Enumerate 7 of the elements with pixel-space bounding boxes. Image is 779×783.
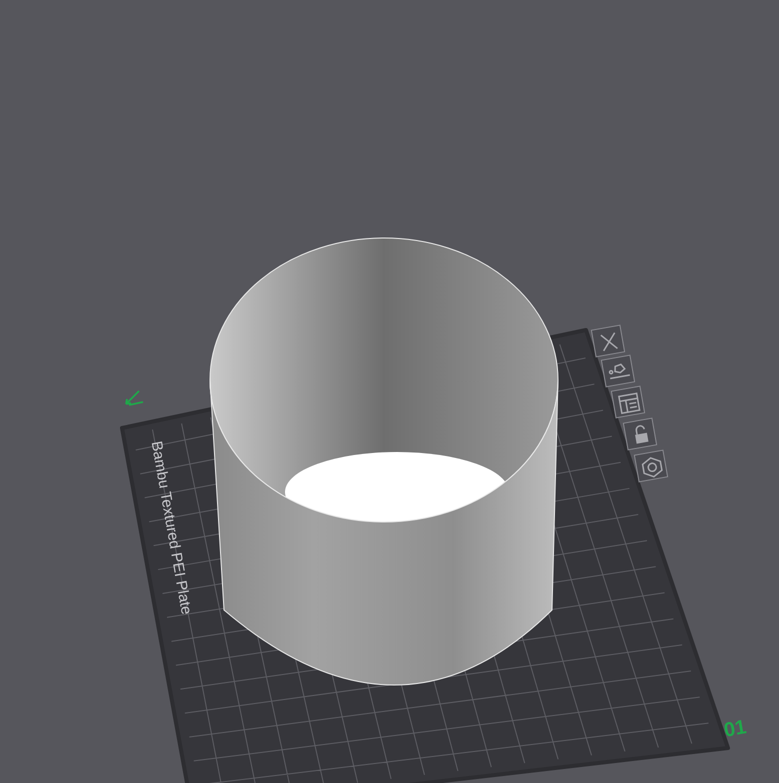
close-button[interactable] <box>590 324 626 358</box>
lock-button[interactable] <box>622 418 658 450</box>
plate-name: Bambu Textured PEI Plate <box>146 440 196 618</box>
arrange-button[interactable] <box>600 354 636 388</box>
plate-number: 01 <box>722 715 749 744</box>
gear-button[interactable] <box>634 450 668 482</box>
layout-button[interactable] <box>610 386 646 418</box>
